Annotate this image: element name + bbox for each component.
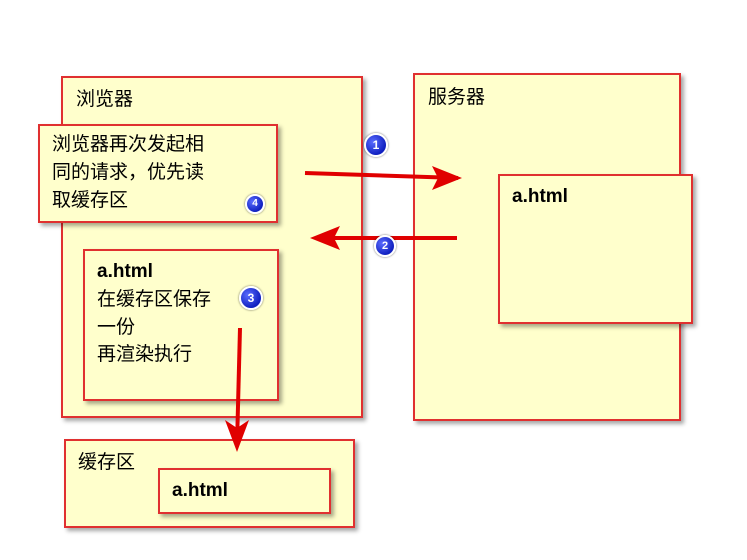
step-4-badge: 4 bbox=[245, 194, 265, 214]
step-1-badge: 1 bbox=[364, 133, 388, 157]
step-2-badge: 2 bbox=[374, 235, 396, 257]
request-arrow bbox=[304, 166, 462, 190]
cache-arrow bbox=[225, 327, 249, 452]
arrows-layer bbox=[225, 166, 462, 452]
step-3-badge: 3 bbox=[239, 286, 263, 310]
